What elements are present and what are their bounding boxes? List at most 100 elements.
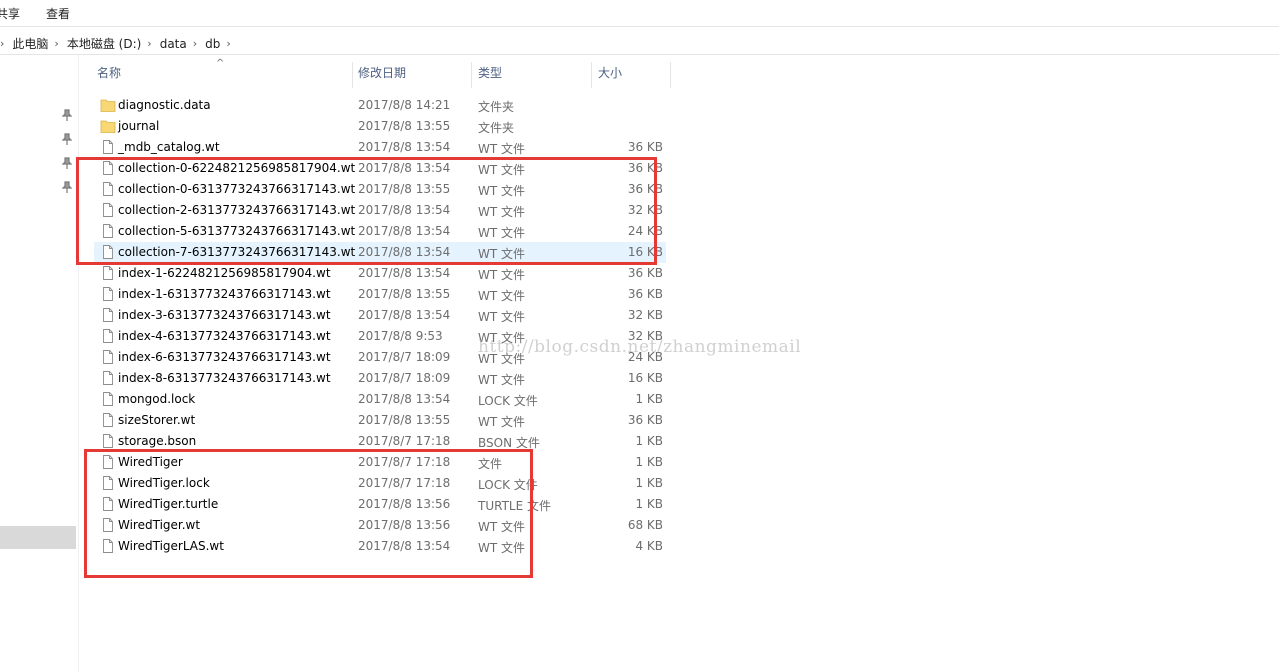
file-name: collection-5-6313773243766317143.wt [118,224,356,238]
column-divider[interactable] [670,62,671,88]
file-row[interactable]: collection-2-6313773243766317143.wt 2017/… [94,200,666,221]
file-row[interactable]: storage.bson 2017/8/7 17:18 BSON 文件 1 KB [94,431,666,452]
breadcrumb-this-pc[interactable]: 此电脑 [12,35,48,52]
file-row[interactable]: WiredTigerLAS.wt 2017/8/8 13:54 WT 文件 4 KB [94,536,666,557]
file-size: 36 KB [627,140,663,154]
file-row[interactable]: index-6-6313773243766317143.wt 2017/8/7 1… [94,347,666,368]
file-size: 36 KB [627,182,663,196]
file-type: WT 文件 [478,352,526,366]
file-icon [103,245,113,259]
file-size: 68 KB [627,518,663,532]
file-icon [103,329,113,343]
file-type: WT 文件 [478,541,526,555]
file-icon [103,350,113,364]
file-row[interactable]: _mdb_catalog.wt 2017/8/8 13:54 WT 文件 36 KB [94,137,666,158]
file-row[interactable]: mongod.lock 2017/8/8 13:54 LOCK 文件 1 KB [94,389,666,410]
file-icon [103,224,113,238]
file-icon [103,413,113,427]
file-date: 2017/8/8 13:54 [358,161,451,175]
file-name: journal [118,119,160,133]
file-row[interactable]: collection-5-6313773243766317143.wt 2017/… [94,221,666,242]
breadcrumb: › 此电脑 › 本地磁盘 (D:) › data › db › [0,35,239,52]
file-date: 2017/8/7 17:18 [358,476,451,490]
file-row[interactable]: collection-0-6224821256985817904.wt 2017/… [94,158,666,179]
address-bar[interactable]: › 此电脑 › 本地磁盘 (D:) › data › db › [0,30,1279,55]
file-row[interactable]: sizeStorer.wt 2017/8/8 13:55 WT 文件 36 KB [94,410,666,431]
pin-icon[interactable] [62,133,72,145]
pin-icon[interactable] [62,157,72,169]
file-row[interactable]: WiredTiger.lock 2017/8/7 17:18 LOCK 文件 1 KB [94,473,666,494]
file-name: mongod.lock [118,392,196,406]
file-row[interactable]: index-1-6224821256985817904.wt 2017/8/8 1… [94,263,666,284]
file-date: 2017/8/8 13:54 [358,203,451,217]
nav-selected-item[interactable] [0,526,76,549]
file-row[interactable]: index-3-6313773243766317143.wt 2017/8/8 1… [94,305,666,326]
column-divider[interactable] [471,62,472,88]
file-row[interactable]: index-4-6313773243766317143.wt 2017/8/8 9… [94,326,666,347]
file-row[interactable]: WiredTiger 2017/8/7 17:18 文件 1 KB [94,452,666,473]
chevron-right-icon[interactable]: › [54,37,58,50]
file-name: index-8-6313773243766317143.wt [118,371,331,385]
chevron-right-icon[interactable]: › [0,37,4,50]
file-icon [103,434,113,448]
file-name: collection-2-6313773243766317143.wt [118,203,356,217]
file-type: WT 文件 [478,310,526,324]
file-size: 1 KB [635,455,663,469]
file-date: 2017/8/7 17:18 [358,455,451,469]
file-name: storage.bson [118,434,197,448]
pin-icon[interactable] [62,109,72,121]
file-size: 24 KB [627,350,663,364]
chevron-right-icon[interactable]: › [193,37,197,50]
file-name: collection-7-6313773243766317143.wt [118,245,356,259]
column-header-name[interactable]: 名称 [97,64,121,81]
file-date: 2017/8/8 13:55 [358,119,451,133]
file-date: 2017/8/8 13:54 [358,245,451,259]
file-row[interactable]: index-8-6313773243766317143.wt 2017/8/7 1… [94,368,666,389]
file-size: 32 KB [627,203,663,217]
file-row[interactable]: index-1-6313773243766317143.wt 2017/8/8 1… [94,284,666,305]
file-icon [103,140,113,154]
ribbon-tab-view[interactable]: 查看 [46,5,70,22]
file-date: 2017/8/8 13:56 [358,497,451,511]
file-size: 1 KB [635,434,663,448]
navigation-pane[interactable] [0,55,79,672]
column-divider[interactable] [591,62,592,88]
file-name: collection-0-6224821256985817904.wt [118,161,356,175]
file-size: 36 KB [627,413,663,427]
pin-icon[interactable] [62,181,72,193]
file-icon [103,308,113,322]
column-divider[interactable] [352,62,353,88]
breadcrumb-local-disk[interactable]: 本地磁盘 (D:) [67,35,141,52]
file-row[interactable]: WiredTiger.wt 2017/8/8 13:56 WT 文件 68 KB [94,515,666,536]
file-name: index-6-6313773243766317143.wt [118,350,331,364]
file-row[interactable]: WiredTiger.turtle 2017/8/8 13:56 TURTLE 文件… [94,494,666,515]
file-icon [103,203,113,217]
file-icon [103,266,113,280]
folder-icon [100,99,116,112]
chevron-right-icon[interactable]: › [226,37,230,50]
column-header-date[interactable]: 修改日期 [358,64,406,81]
file-name: _mdb_catalog.wt [118,140,220,154]
file-type: TURTLE 文件 [478,499,551,513]
file-size: 24 KB [627,224,663,238]
file-type: BSON 文件 [478,436,540,450]
file-type: WT 文件 [478,163,526,177]
chevron-right-icon[interactable]: › [147,37,151,50]
file-row[interactable]: diagnostic.data 2017/8/8 14:21 文件夹 [94,95,666,116]
file-icon [103,476,113,490]
column-header-type[interactable]: 类型 [478,64,502,81]
file-date: 2017/8/8 14:21 [358,98,451,112]
file-row[interactable]: journal 2017/8/8 13:55 文件夹 [94,116,666,137]
column-header-size[interactable]: 大小 [598,64,622,81]
file-name: index-1-6313773243766317143.wt [118,287,331,301]
file-date: 2017/8/8 13:54 [358,539,451,553]
breadcrumb-db[interactable]: db [205,37,220,51]
ribbon-tab-share[interactable]: 共享 [0,5,20,22]
file-name: index-1-6224821256985817904.wt [118,266,331,280]
file-row[interactable]: collection-0-6313773243766317143.wt 2017/… [94,179,666,200]
file-row[interactable]: collection-7-6313773243766317143.wt 2017/… [94,242,666,263]
file-icon [103,287,113,301]
file-name: sizeStorer.wt [118,413,196,427]
breadcrumb-data[interactable]: data [160,37,187,51]
file-type: WT 文件 [478,289,526,303]
